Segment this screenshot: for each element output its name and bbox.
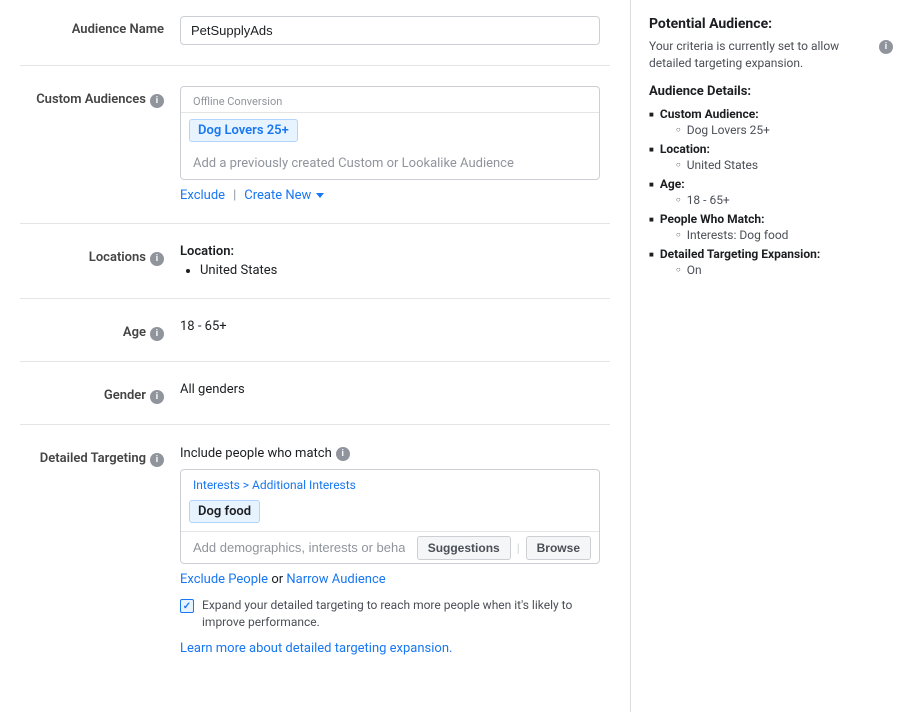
audience-detail-sub-item: On (676, 263, 893, 277)
locations-content: Location: United States (180, 244, 610, 278)
dog-lovers-tag[interactable]: Dog Lovers 25+ (189, 119, 298, 142)
detailed-targeting-content: Include people who match i Interests > A… (180, 445, 610, 656)
locations-label: Locations i (20, 244, 180, 266)
expand-targeting-row: ✓ Expand your detailed targeting to reac… (180, 597, 610, 631)
targeting-search-input[interactable] (181, 532, 417, 563)
audience-detail-sub-item: Dog Lovers 25+ (676, 123, 893, 137)
audience-details-title: Audience Details: (649, 84, 893, 99)
audience-name-label: Audience Name (20, 16, 180, 37)
audience-name-row: Audience Name (20, 16, 610, 66)
targeting-search-row: Suggestions | Browse (181, 531, 599, 563)
dog-food-tag[interactable]: Dog food (189, 500, 260, 523)
expand-targeting-text: Expand your detailed targeting to reach … (202, 597, 610, 631)
include-info-icon[interactable]: i (336, 447, 350, 461)
targeting-box: Interests > Additional Interests Dog foo… (180, 469, 600, 564)
audience-detail-sub-item: 18 - 65+ (676, 193, 893, 207)
create-new-button[interactable]: Create New (244, 188, 324, 203)
or-text: or (271, 572, 286, 587)
detailed-targeting-label: Detailed Targeting i (20, 445, 180, 467)
potential-info-icon[interactable]: i (879, 40, 893, 54)
audience-name-content (180, 16, 610, 45)
age-content: 18 - 65+ (180, 319, 610, 334)
suggestions-button[interactable]: Suggestions (417, 536, 511, 560)
custom-audiences-row: Custom Audiences i Offline Conversion Do… (20, 86, 610, 224)
audience-details-list: Custom Audience:Dog Lovers 25+ Location:U… (649, 107, 893, 278)
custom-audiences-label: Custom Audiences i (20, 86, 180, 108)
gender-value: All genders (180, 378, 245, 397)
potential-audience-title: Potential Audience: (649, 16, 893, 32)
left-panel: Audience Name Custom Audiences i Offline… (0, 0, 631, 712)
include-label: Include people who match i (180, 445, 610, 461)
narrow-audience-link[interactable]: Narrow Audience (286, 572, 385, 587)
gender-info-icon[interactable]: i (150, 390, 164, 404)
right-panel: Potential Audience: Your criteria is cur… (631, 0, 911, 712)
age-row: Age i 18 - 65+ (20, 319, 610, 362)
exclude-row: Exclude | Create New (180, 188, 610, 203)
interests-path: Interests > Additional Interests (181, 470, 599, 496)
detailed-targeting-row: Detailed Targeting i Include people who … (20, 445, 610, 676)
targeting-buttons: Suggestions | Browse (417, 536, 599, 560)
locations-info-icon[interactable]: i (150, 252, 164, 266)
audience-detail-item: Custom Audience:Dog Lovers 25+ (649, 107, 893, 138)
checkmark-icon: ✓ (183, 601, 191, 612)
audience-detail-item: Detailed Targeting Expansion:On (649, 247, 893, 278)
detailed-targeting-info-icon[interactable]: i (150, 453, 164, 467)
exclude-people-link[interactable]: Exclude People (180, 572, 268, 587)
locations-row: Locations i Location: United States (20, 244, 610, 299)
audience-detail-item: Age:18 - 65+ (649, 177, 893, 208)
age-info-icon[interactable]: i (150, 327, 164, 341)
create-new-dropdown-arrow (316, 193, 324, 198)
custom-audience-placeholder[interactable]: Add a previously created Custom or Looka… (181, 148, 599, 179)
exclude-link[interactable]: Exclude (180, 188, 225, 203)
gender-row: Gender i All genders (20, 382, 610, 425)
browse-button[interactable]: Browse (526, 536, 591, 560)
expand-targeting-checkbox[interactable]: ✓ (180, 599, 194, 613)
gender-content: All genders (180, 382, 610, 397)
audience-detail-sub-item: United States (676, 158, 893, 172)
age-label: Age i (20, 319, 180, 341)
audience-detail-item: Location:United States (649, 142, 893, 173)
potential-audience-desc: Your criteria is currently set to allow … (649, 38, 893, 72)
audience-name-input[interactable] (180, 16, 600, 45)
exclude-narrow-row: Exclude People or Narrow Audience (180, 572, 610, 587)
custom-audiences-content: Offline Conversion Dog Lovers 25+ Add a … (180, 86, 610, 203)
custom-audience-box: Offline Conversion Dog Lovers 25+ Add a … (180, 86, 600, 180)
offline-conversion-header: Offline Conversion (181, 87, 599, 113)
location-heading: Location: (180, 244, 610, 259)
gender-label: Gender i (20, 382, 180, 404)
learn-more-link[interactable]: Learn more about detailed targeting expa… (180, 641, 610, 656)
location-list: United States (180, 263, 610, 278)
audience-detail-sub-item: Interests: Dog food (676, 228, 893, 242)
custom-audiences-info-icon[interactable]: i (150, 94, 164, 108)
audience-detail-item: People Who Match:Interests: Dog food (649, 212, 893, 243)
divider: | (233, 188, 236, 203)
age-value: 18 - 65+ (180, 315, 227, 334)
targeting-divider: | (517, 541, 520, 555)
location-item: United States (200, 263, 610, 278)
